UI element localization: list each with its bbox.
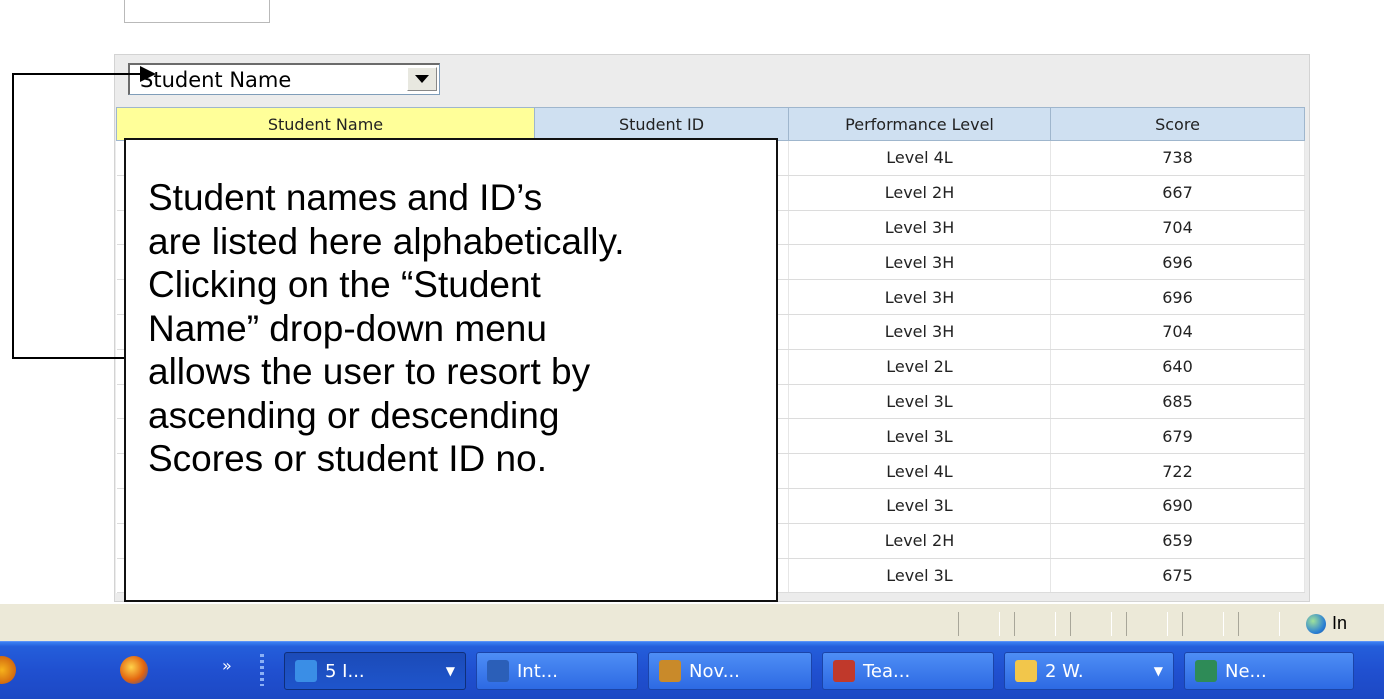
score-cell: 704 bbox=[1050, 314, 1305, 350]
score-cell: 696 bbox=[1050, 244, 1305, 281]
performance-level-cell: Level 3H bbox=[788, 314, 1051, 350]
performance-level-cell: Level 2H bbox=[788, 175, 1051, 211]
performance-level-cell: Level 3H bbox=[788, 210, 1051, 246]
table-header-row: Student Name Student ID Performance Leve… bbox=[116, 107, 1305, 141]
status-pane bbox=[1126, 612, 1168, 636]
performance-level-cell: Level 3L bbox=[788, 488, 1051, 524]
score-cell: 640 bbox=[1050, 349, 1305, 385]
performance-level-cell: Level 3H bbox=[788, 279, 1051, 315]
status-pane bbox=[1182, 612, 1224, 636]
chevron-down-icon[interactable] bbox=[407, 67, 437, 91]
browser-status-bar: In bbox=[0, 603, 1384, 642]
performance-level-cell: Level 3L bbox=[788, 418, 1051, 455]
app-icon bbox=[659, 660, 681, 682]
performance-level-cell: Level 2L bbox=[788, 349, 1051, 385]
taskbar-button[interactable]: Int... bbox=[476, 652, 638, 690]
score-cell: 679 bbox=[1050, 418, 1305, 455]
taskbar-button-label: 2 W. bbox=[1045, 660, 1084, 682]
taskbar-button-label: Int... bbox=[517, 660, 558, 682]
performance-level-cell: Level 4L bbox=[788, 453, 1051, 489]
score-cell: 690 bbox=[1050, 488, 1305, 524]
taskbar-button[interactable]: Nov... bbox=[648, 652, 812, 690]
security-zone-label: In bbox=[1332, 613, 1348, 633]
score-cell: 696 bbox=[1050, 279, 1305, 315]
quicklaunch-overflow-icon[interactable]: » bbox=[222, 656, 232, 675]
sort-dropdown-value: Student Name bbox=[140, 68, 292, 92]
performance-level-cell: Level 3H bbox=[788, 244, 1051, 281]
performance-level-cell: Level 2H bbox=[788, 523, 1051, 559]
taskbar-button-label: 5 I... bbox=[325, 660, 365, 682]
security-zone: In bbox=[1306, 613, 1347, 634]
app-icon bbox=[833, 660, 855, 682]
taskbar-button[interactable]: Tea... bbox=[822, 652, 994, 690]
performance-level-cell: Level 3L bbox=[788, 558, 1051, 594]
taskbar-button[interactable]: Ne... bbox=[1184, 652, 1354, 690]
column-header-student-name[interactable]: Student Name bbox=[116, 107, 535, 141]
app-icon bbox=[487, 660, 509, 682]
taskbar-button-label: Ne... bbox=[1225, 660, 1267, 682]
performance-level-cell: Level 3L bbox=[788, 384, 1051, 420]
score-cell: 659 bbox=[1050, 523, 1305, 559]
filter-box-top bbox=[124, 0, 270, 23]
annotation-text: Student names and ID’s are listed here a… bbox=[148, 177, 625, 479]
taskbar-button[interactable]: 5 I... ▼ bbox=[284, 652, 466, 690]
score-cell: 738 bbox=[1050, 140, 1305, 176]
score-cell: 675 bbox=[1050, 558, 1305, 594]
column-header-score[interactable]: Score bbox=[1050, 107, 1305, 141]
score-cell: 685 bbox=[1050, 384, 1305, 420]
taskbar-button-label: Nov... bbox=[689, 660, 740, 682]
group-arrow-icon: ▼ bbox=[1153, 664, 1163, 678]
callout-arrow-icon bbox=[140, 66, 156, 82]
firefox-icon[interactable] bbox=[120, 656, 148, 684]
status-pane bbox=[1070, 612, 1112, 636]
status-pane bbox=[1014, 612, 1056, 636]
internet-globe-icon bbox=[1306, 613, 1326, 634]
windows-taskbar: » 5 I... ▼ Int... Nov... Tea... 2 W. ▼ Ne... bbox=[0, 641, 1384, 699]
app-icon bbox=[1195, 660, 1217, 682]
score-cell: 722 bbox=[1050, 453, 1305, 489]
column-header-student-id[interactable]: Student ID bbox=[534, 107, 789, 141]
quicklaunch-icon[interactable] bbox=[0, 656, 16, 684]
callout-pointer-line bbox=[12, 73, 14, 359]
app-icon bbox=[295, 660, 317, 682]
taskbar-button[interactable]: 2 W. ▼ bbox=[1004, 652, 1174, 690]
score-cell: 704 bbox=[1050, 210, 1305, 246]
column-header-performance-level[interactable]: Performance Level bbox=[788, 107, 1051, 141]
status-pane bbox=[1238, 612, 1280, 636]
score-cell: 667 bbox=[1050, 175, 1305, 211]
group-arrow-icon: ▼ bbox=[445, 664, 455, 678]
sort-dropdown[interactable]: Student Name bbox=[128, 63, 440, 95]
callout-pointer-line bbox=[12, 73, 140, 75]
app-icon bbox=[1015, 660, 1037, 682]
annotation-callout: Student names and ID’s are listed here a… bbox=[124, 138, 778, 602]
performance-level-cell: Level 4L bbox=[788, 140, 1051, 176]
status-pane bbox=[958, 612, 1000, 636]
taskbar-button-label: Tea... bbox=[863, 660, 911, 682]
taskbar-grip[interactable] bbox=[260, 654, 264, 686]
